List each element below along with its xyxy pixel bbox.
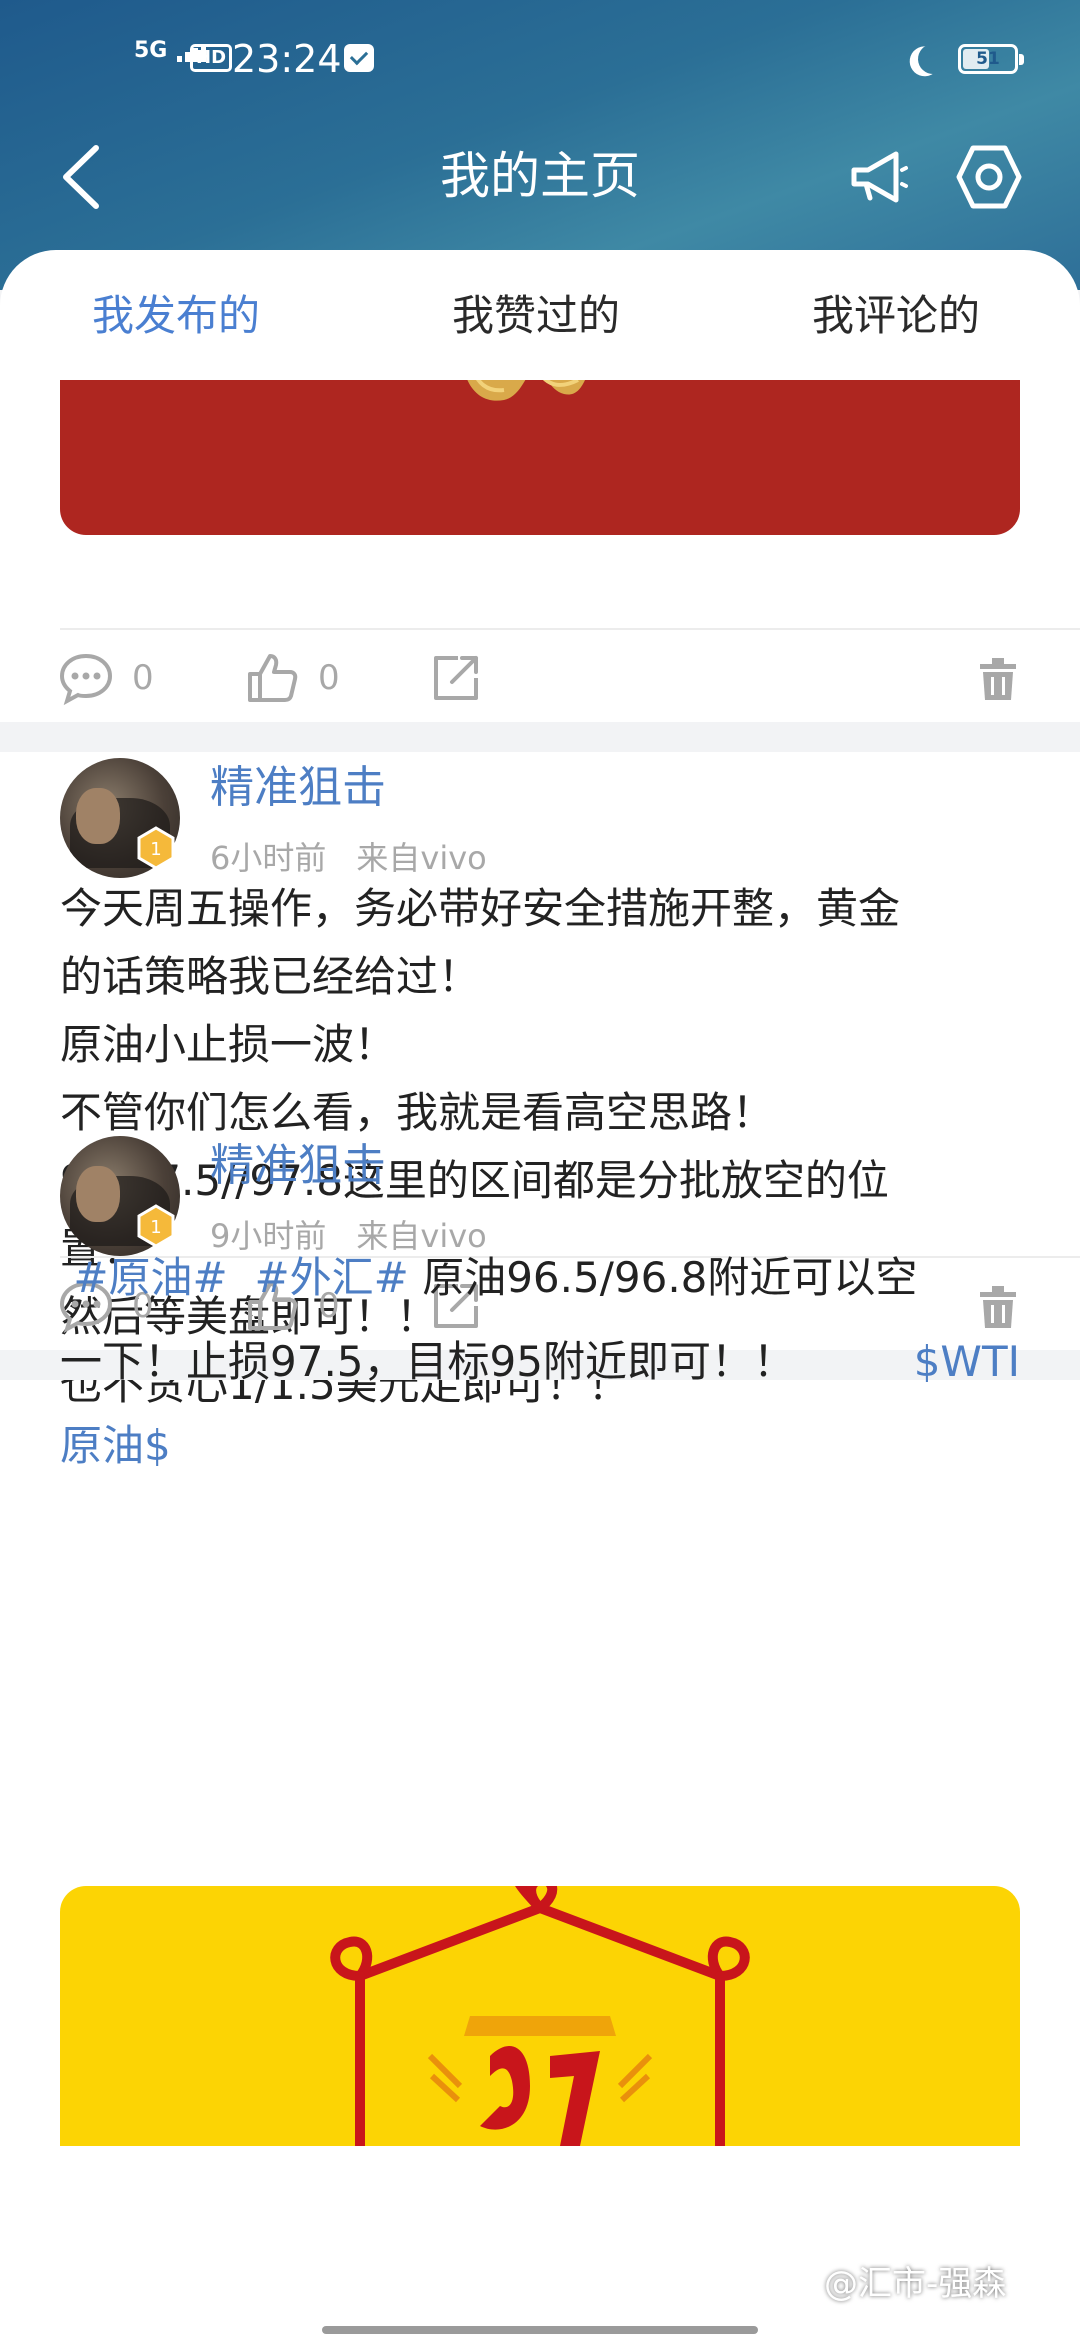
comment-count: 0 bbox=[132, 658, 154, 698]
tab-my-posts[interactable]: 我发布的 bbox=[92, 286, 260, 346]
post-line: 的话策略我已经给过！ bbox=[60, 952, 481, 1001]
status-bar: 5G HD 23:24 51 bbox=[0, 0, 1080, 120]
like-count: 0 bbox=[318, 658, 340, 698]
share-button[interactable] bbox=[428, 650, 484, 706]
watermark: @汇市-强森 bbox=[824, 2264, 1007, 2304]
home-indicator[interactable] bbox=[322, 2326, 758, 2334]
post-line: 一下！止损97.5，目标95附近即可！！ $WTI bbox=[60, 1320, 1030, 1404]
stock-tag[interactable]: 原油$ bbox=[60, 1421, 171, 1470]
do-not-disturb-moon-icon bbox=[914, 40, 952, 78]
level-number: 1 bbox=[150, 839, 161, 860]
post-line: #原油# #外汇# 原油96.5/96.8附近可以空 bbox=[60, 1236, 1030, 1320]
gold-ornament-image bbox=[467, 380, 585, 401]
post-source: 来自vivo bbox=[356, 839, 487, 877]
topic-tag[interactable]: #原油# bbox=[73, 1253, 227, 1302]
message-notification-icon bbox=[344, 44, 374, 72]
share-icon bbox=[434, 656, 478, 700]
stock-tag[interactable]: $WTI bbox=[914, 1320, 1020, 1404]
hexagon-gear-icon bbox=[956, 145, 1022, 209]
delete-button[interactable] bbox=[970, 650, 1026, 706]
post-author: 1 精准狙击 6小时前 来自vivo bbox=[60, 758, 1020, 888]
tab-my-likes[interactable]: 我赞过的 bbox=[452, 286, 620, 346]
tab-bar: 我发布的 我赞过的 我评论的 bbox=[0, 250, 1080, 382]
topic-tag[interactable]: #外汇# bbox=[254, 1253, 408, 1302]
megaphone-icon bbox=[851, 151, 908, 203]
post-separator bbox=[0, 722, 1080, 752]
post-body: #原油# #外汇# 原油96.5/96.8附近可以空 一下！止损97.5，目标9… bbox=[60, 1236, 1030, 1488]
post-action-bar: 0 0 bbox=[0, 630, 1080, 730]
battery-icon: 51 bbox=[958, 44, 1024, 74]
post-time: 6小时前 bbox=[210, 839, 327, 877]
post-line: 原油小止损一波！ bbox=[60, 1020, 397, 1069]
level-number: 1 bbox=[150, 1217, 161, 1238]
post-image-yellow[interactable] bbox=[60, 1886, 1020, 2146]
settings-button[interactable] bbox=[956, 142, 1022, 212]
post-text: 一下！止损97.5，目标95附近即可！！ bbox=[60, 1337, 795, 1386]
announcement-button[interactable] bbox=[846, 144, 912, 210]
like-button[interactable]: 0 bbox=[244, 650, 340, 706]
battery-level: 51 bbox=[976, 49, 1000, 69]
comment-icon bbox=[59, 653, 113, 706]
comment-button[interactable]: 0 bbox=[58, 650, 154, 706]
post-meta: 6小时前 来自vivo bbox=[210, 838, 487, 878]
post-line: 原油$ bbox=[60, 1404, 1030, 1488]
hd-badge: HD bbox=[190, 44, 233, 72]
author-name[interactable]: 精准狙击 bbox=[210, 760, 386, 816]
network-type: 5G bbox=[134, 38, 168, 63]
level-badge: 1 bbox=[137, 826, 175, 870]
tab-my-comments[interactable]: 我评论的 bbox=[812, 286, 980, 346]
top-nav: 我的主页 bbox=[0, 120, 1080, 230]
author-name[interactable]: 精准狙击 bbox=[210, 1138, 386, 1194]
post-image-red[interactable] bbox=[60, 380, 1020, 535]
trash-icon bbox=[980, 658, 1016, 700]
post-text: 原油96.5/96.8附近可以空 bbox=[422, 1253, 918, 1302]
thumbs-up-icon bbox=[248, 654, 298, 702]
page-title: 我的主页 bbox=[440, 147, 640, 205]
status-time: 23:24 bbox=[232, 37, 342, 81]
post-line: 今天周五操作，务必带好安全措施开整，黄金 bbox=[60, 884, 901, 933]
knot-ornament-image bbox=[330, 1886, 750, 2146]
